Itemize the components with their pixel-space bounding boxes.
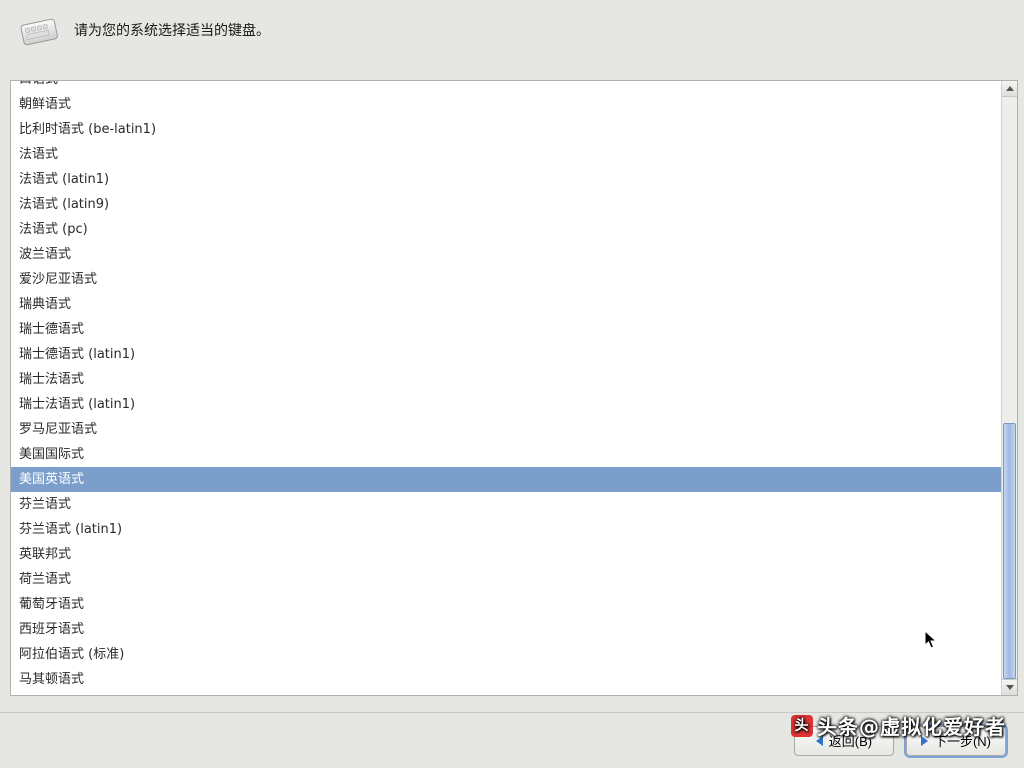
list-item[interactable]: 芬兰语式 (latin1) (11, 517, 1001, 542)
next-button[interactable]: 下一步(N) (906, 726, 1006, 756)
list-item[interactable]: 口语式 (11, 81, 1001, 92)
list-item[interactable]: 法语式 (latin1) (11, 167, 1001, 192)
keyboard-icon (18, 14, 60, 48)
scroll-track[interactable] (1002, 97, 1017, 679)
list-item[interactable]: 葡萄牙语式 (11, 592, 1001, 617)
list-item[interactable]: 英联邦式 (11, 542, 1001, 567)
header: 请为您的系统选择适当的键盘。 (0, 0, 1024, 56)
list-item[interactable]: 法语式 (pc) (11, 217, 1001, 242)
keyboard-listbox[interactable]: 口语式朝鲜语式比利时语式 (be-latin1)法语式法语式 (latin1)法… (11, 81, 1001, 695)
list-item[interactable]: 法语式 (11, 142, 1001, 167)
list-item[interactable]: 瑞士德语式 (latin1) (11, 342, 1001, 367)
list-item[interactable]: 罗马尼亚语式 (11, 417, 1001, 442)
list-item[interactable]: 美国国际式 (11, 442, 1001, 467)
list-item[interactable]: 法语式 (latin9) (11, 192, 1001, 217)
scroll-thumb[interactable] (1003, 423, 1016, 679)
list-item[interactable]: 瑞典语式 (11, 292, 1001, 317)
list-item[interactable]: 芬兰语式 (11, 492, 1001, 517)
back-button[interactable]: 返回(B) (794, 726, 894, 756)
scroll-up-button[interactable] (1002, 81, 1017, 97)
footer: 返回(B) 下一步(N) (0, 712, 1024, 768)
list-item[interactable]: 瑞士德语式 (11, 317, 1001, 342)
list-item[interactable]: 马其顿语式 (11, 667, 1001, 692)
list-item[interactable]: 朝鲜语式 (11, 92, 1001, 117)
list-item[interactable]: 比利时语式 (be-latin1) (11, 117, 1001, 142)
list-item[interactable]: 瑞士法语式 (latin1) (11, 392, 1001, 417)
next-button-label: 下一步(N) (934, 731, 991, 750)
instruction-text: 请为您的系统选择适当的键盘。 (74, 14, 270, 40)
list-item[interactable]: 美国英语式 (11, 467, 1001, 492)
vertical-scrollbar[interactable] (1001, 81, 1017, 695)
scroll-down-button[interactable] (1002, 679, 1017, 695)
list-item[interactable]: 阿拉伯语式 (标准) (11, 642, 1001, 667)
chevron-down-icon (1006, 685, 1014, 690)
list-item[interactable]: 瑞士法语式 (11, 367, 1001, 392)
list-item[interactable]: 爱沙尼亚语式 (11, 267, 1001, 292)
arrow-left-icon (816, 736, 823, 746)
list-item[interactable]: 西班牙语式 (11, 617, 1001, 642)
back-button-label: 返回(B) (829, 731, 872, 750)
chevron-up-icon (1006, 86, 1014, 91)
list-item[interactable]: 荷兰语式 (11, 567, 1001, 592)
list-item[interactable]: 波兰语式 (11, 242, 1001, 267)
keyboard-list-container: 口语式朝鲜语式比利时语式 (be-latin1)法语式法语式 (latin1)法… (10, 80, 1018, 696)
arrow-right-icon (921, 736, 928, 746)
